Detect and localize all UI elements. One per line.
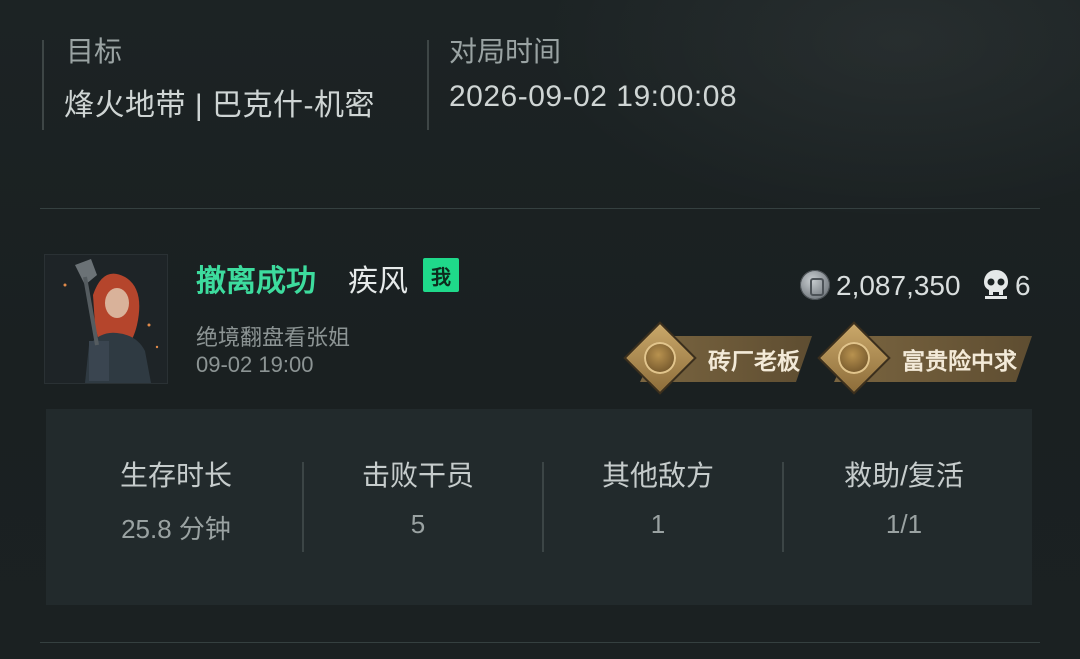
coin-icon (800, 270, 830, 300)
stat-label: 其他敌方 (601, 460, 714, 491)
stat-label: 击败干员 (361, 460, 474, 491)
skull-icon (984, 270, 1008, 299)
stat-value: 5 (410, 509, 426, 539)
stat-rescue-revive: 救助/复活 1/1 (784, 409, 1024, 605)
section-divider-bottom (40, 642, 1040, 643)
player-subtitle: 绝境翻盘看张姐 (196, 325, 351, 350)
me-badge: 我 (423, 258, 459, 292)
target-label: 目标 (66, 36, 123, 67)
section-divider-top (40, 208, 1040, 209)
kills-value: 6 (1015, 270, 1031, 301)
player-avatar[interactable] (44, 254, 168, 384)
operator-portrait-icon (45, 255, 167, 383)
extraction-status: 撤离成功 (196, 265, 316, 298)
header-divider-right (427, 40, 429, 130)
target-value: 烽火地带 | 巴克什-机密 (64, 89, 375, 122)
player-name: 疾风 (348, 265, 408, 298)
stats-panel: 生存时长 25.8 分钟 击败干员 5 其他敌方 1 救助/复活 1/1 (46, 409, 1032, 605)
time-value: 2026-09-02 19:00:08 (449, 80, 738, 113)
stat-value: 1 (650, 509, 666, 539)
money-value: 2,087,350 (836, 270, 961, 301)
stat-operators-defeated: 击败干员 5 (298, 409, 538, 605)
title-tag-label: 富贵险中求 (902, 348, 1017, 374)
medal-icon (817, 321, 891, 395)
stat-label: 生存时长 (119, 460, 232, 491)
player-time: 09-02 19:00 (196, 352, 314, 377)
stat-other-enemies: 其他敌方 1 (538, 409, 778, 605)
header-divider-left (42, 40, 44, 130)
stat-value: 1/1 (885, 509, 923, 539)
title-tag-label: 砖厂老板 (708, 348, 800, 374)
stat-value: 25.8 分钟 (121, 514, 231, 544)
medal-icon (623, 321, 697, 395)
time-label: 对局时间 (449, 36, 562, 67)
stat-survival-time: 生存时长 25.8 分钟 (56, 409, 296, 605)
stat-label: 救助/复活 (844, 460, 964, 491)
